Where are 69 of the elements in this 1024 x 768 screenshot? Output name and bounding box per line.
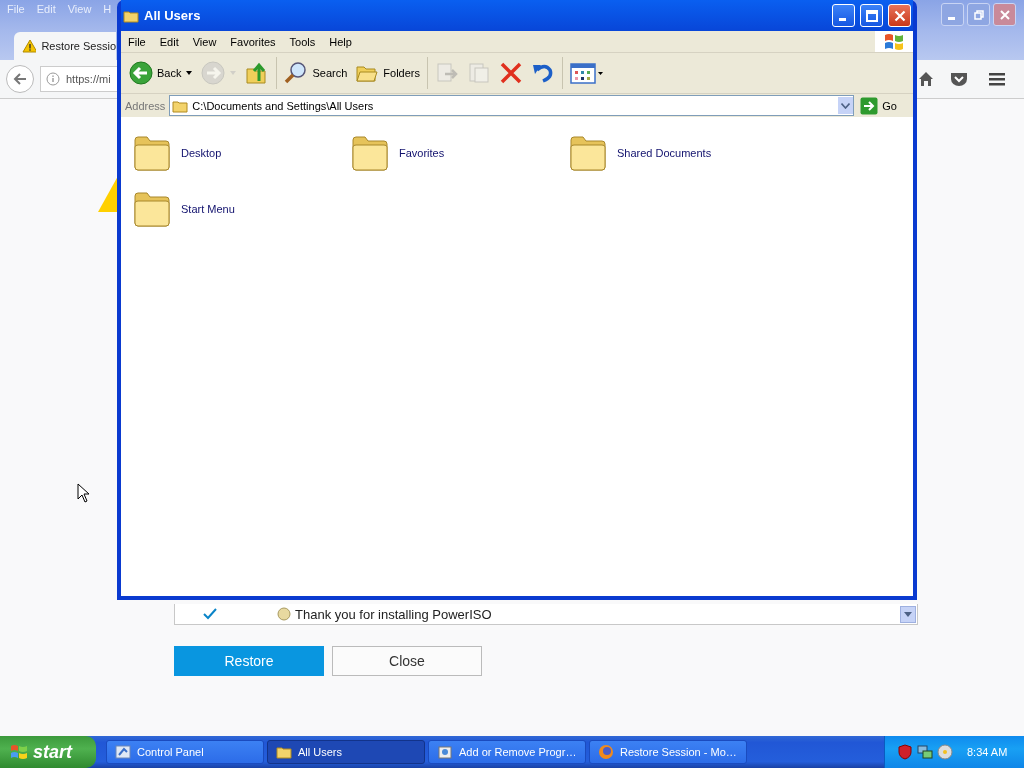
minimize-icon [838,18,846,21]
views-icon [570,61,604,85]
browser-tab[interactable]: Restore Sessio [14,32,116,60]
back-arrow-icon [12,71,28,87]
search-icon [284,61,309,85]
menu-item[interactable]: Help [322,35,359,48]
windows-logo-icon [875,31,913,52]
close-button[interactable]: Close [332,646,482,676]
close-icon [893,9,906,22]
warning-icon [22,39,37,53]
checkmark-icon[interactable] [203,608,217,620]
caret-icon [229,70,238,76]
search-button[interactable]: Search [282,59,350,87]
maximize-button[interactable] [860,4,883,27]
folder-icon[interactable] [133,134,171,172]
pocket-icon[interactable] [950,71,968,87]
move-icon [435,61,459,85]
clock: 8:34 AM [967,746,1008,758]
shield-icon[interactable] [897,744,913,760]
address-field[interactable]: C:\Documents and Settings\All Users [169,95,855,116]
taskbar-button[interactable]: All Users [267,740,425,764]
network-icon[interactable] [917,744,933,760]
control-panel-icon [115,744,131,760]
menu-icon[interactable] [988,71,1006,87]
menu-item[interactable]: File [121,35,153,48]
dropdown-button[interactable] [838,97,854,114]
folder-icon [276,744,292,760]
folder-icon[interactable] [569,134,607,172]
menu-item[interactable]: Tools [282,35,323,48]
caret-icon [904,611,912,618]
caret-icon [841,102,851,109]
window-title: All Users [144,8,202,23]
disc-icon[interactable] [937,744,953,760]
taskbar-button[interactable]: Restore Session - Mo… [589,740,747,764]
caret-icon [185,70,194,76]
back-button[interactable]: Back [127,59,196,87]
folder-icon[interactable] [351,134,389,172]
session-title: Thank you for installing PowerISO [295,606,492,622]
minimize-icon [947,17,955,20]
home-icon[interactable] [918,71,934,87]
menu-item[interactable]: View [185,35,224,48]
url-field[interactable]: https://mi [40,66,119,92]
address-label: Address [125,99,166,112]
folder-name[interactable]: Desktop [181,147,222,159]
folders-button[interactable]: Folders [353,59,422,87]
restore-button[interactable] [967,3,990,26]
restore-icon [973,9,984,20]
close-button[interactable] [993,3,1016,26]
windows-logo-icon [10,744,28,760]
go-button[interactable]: Go [858,96,909,115]
menu-item[interactable]: Edit [152,35,186,48]
taskbar-button[interactable]: Add or Remove Progr… [428,740,586,764]
folder-name[interactable]: Start Menu [181,203,235,215]
scroll-down-button[interactable] [900,606,916,623]
info-icon [46,72,60,86]
copy-icon [467,61,491,85]
programs-icon [437,744,453,760]
folder-icon[interactable] [133,190,171,228]
folder-name[interactable]: Shared Documents [617,147,712,159]
pointer-icon [77,483,89,503]
folder-icon [123,8,139,23]
menu-item[interactable]: Favorites [223,35,283,48]
delete-icon [499,61,523,85]
close-icon [999,9,1010,20]
back-button[interactable] [6,65,34,93]
browser-icon [598,744,614,760]
taskbar-button[interactable]: Control Panel [106,740,264,764]
folder-name[interactable]: Favorites [399,147,445,159]
maximize-icon [865,9,878,22]
